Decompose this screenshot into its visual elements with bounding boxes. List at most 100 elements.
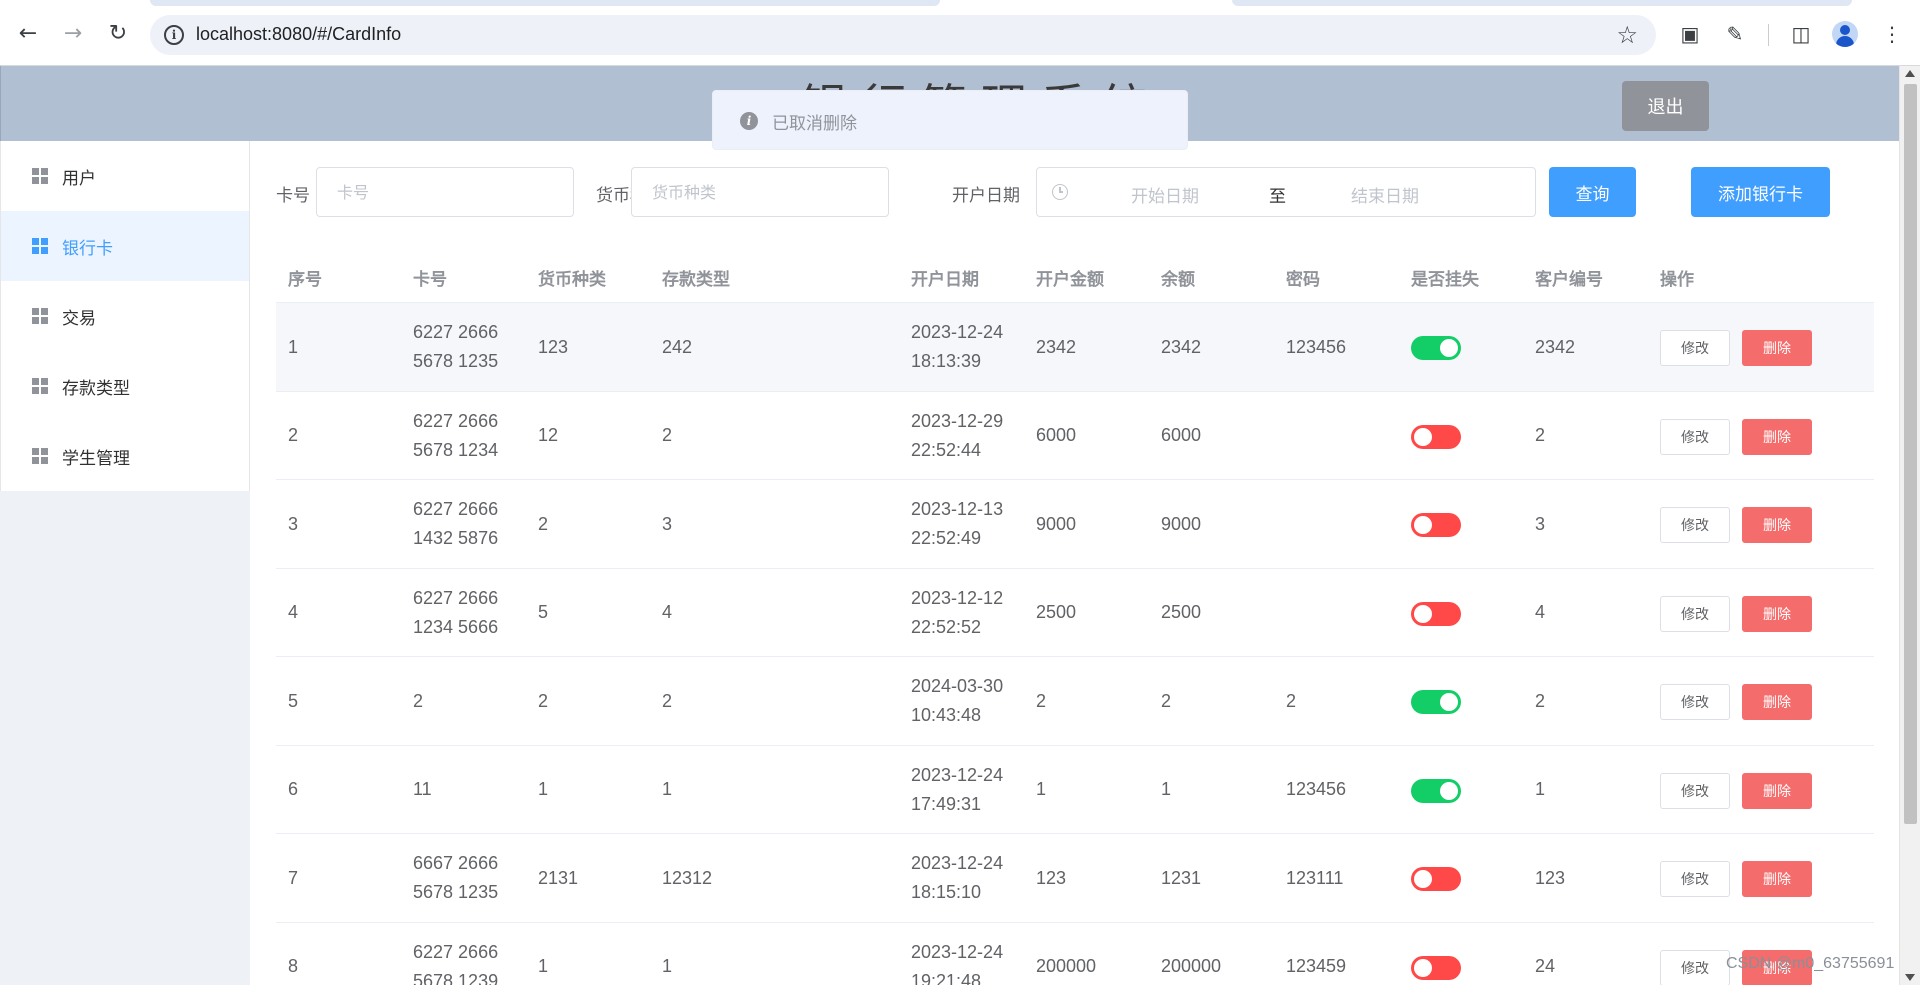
query-button[interactable]: 查询: [1549, 167, 1636, 217]
cell-open-date: 2023-12-12 22:52:52: [911, 587, 1004, 637]
scrollbar-thumb[interactable]: [1904, 84, 1917, 824]
lost-toggle-switch[interactable]: [1411, 336, 1461, 360]
scroll-down-arrow-icon[interactable]: [1905, 974, 1915, 981]
site-info-icon[interactable]: i: [164, 25, 184, 45]
sidebar-item-students[interactable]: 学生管理: [1, 421, 249, 491]
lost-toggle-switch[interactable]: [1411, 955, 1461, 980]
cell-password: 123456: [1286, 336, 1347, 357]
bank-card-table: 序号 卡号 货币种类 存款类型 开户日期 开户金额 余额 密码 是否挂失 客户编…: [276, 247, 1874, 985]
cell-card-number: 6227 2666 5678 1234: [413, 410, 499, 460]
delete-button[interactable]: 删除: [1742, 772, 1812, 809]
cell-deposit-type: 1: [662, 779, 673, 799]
cell-open-date: 2023-12-24 19:21:48: [911, 941, 1004, 985]
sidebar-item-transactions[interactable]: 交易: [1, 281, 249, 351]
cell-card-number: 6227 2666 5678 1239: [413, 941, 499, 985]
switch-knob: [1414, 427, 1432, 446]
lost-toggle-switch[interactable]: [1411, 513, 1461, 537]
grid-icon: [32, 238, 48, 254]
start-date-input[interactable]: 开始日期: [1131, 182, 1199, 207]
currency-input[interactable]: [631, 167, 889, 217]
cell-card-number: 11: [413, 779, 432, 799]
info-toast: i 已取消删除: [712, 90, 1188, 150]
column-header: 货币种类: [538, 270, 606, 290]
lost-toggle-switch[interactable]: [1411, 424, 1461, 449]
edit-button[interactable]: 修改: [1660, 507, 1730, 543]
delete-button[interactable]: 删除: [1742, 595, 1812, 632]
sidebar-item-deposit-types[interactable]: 存款类型: [1, 351, 249, 421]
watermark: CSDN @m0_63755691: [1726, 955, 1895, 972]
sidebar: 用户 银行卡 交易 存款类型 学生管理: [0, 141, 250, 985]
delete-button[interactable]: 删除: [1742, 507, 1812, 543]
edit-button[interactable]: 修改: [1660, 595, 1730, 632]
bookmark-star-icon[interactable]: ☆: [1616, 21, 1638, 49]
cell-balance: 1231: [1161, 867, 1202, 888]
delete-button[interactable]: 删除: [1742, 684, 1812, 720]
sidebar-item-users[interactable]: 用户: [1, 141, 249, 211]
cell-customer-id: 1: [1535, 779, 1546, 799]
more-menu-icon[interactable]: ⋮: [1878, 20, 1906, 48]
cell-customer-id: 2342: [1535, 336, 1576, 357]
edit-button[interactable]: 修改: [1660, 861, 1730, 897]
profile-avatar-icon[interactable]: [1832, 21, 1858, 47]
sidebar-item-bank-card[interactable]: 银行卡: [1, 211, 249, 281]
end-date-input[interactable]: 结束日期: [1351, 182, 1419, 207]
side-panel-icon[interactable]: ◫: [1787, 20, 1815, 48]
edit-button[interactable]: 修改: [1660, 772, 1730, 809]
column-header: 密码: [1286, 270, 1320, 290]
cell-card-number: 6667 2666 5678 1235: [413, 853, 499, 902]
switch-knob: [1414, 958, 1432, 977]
page-scrollbar[interactable]: [1899, 66, 1920, 985]
puzzle-icon[interactable]: ✎: [1721, 20, 1749, 48]
cell-currency: 1: [538, 779, 549, 799]
extension-icon[interactable]: ▣: [1676, 20, 1704, 48]
cell-open-date: 2023-12-24 18:13:39: [911, 322, 1004, 371]
switch-knob: [1414, 870, 1432, 888]
cell-password: 123111: [1286, 867, 1344, 888]
cell-open-amount: 9000: [1036, 513, 1077, 534]
date-range-picker[interactable]: 开始日期 至 结束日期: [1036, 167, 1536, 217]
lost-toggle-switch[interactable]: [1411, 601, 1461, 626]
url-text[interactable]: localhost:8080/#/CardInfo: [196, 24, 401, 45]
cell-index: 5: [288, 690, 299, 711]
column-header: 余额: [1161, 270, 1195, 290]
card-number-input[interactable]: [316, 167, 574, 217]
browser-tab[interactable]: [150, 0, 940, 6]
lost-toggle-switch[interactable]: [1411, 778, 1461, 803]
forward-icon[interactable]: →: [59, 20, 87, 48]
delete-button[interactable]: 删除: [1742, 418, 1812, 455]
table-row: 1 6227 2666 5678 1235 123 242 2023-12-24 18:…: [276, 303, 1874, 392]
reload-icon[interactable]: ↻: [104, 20, 132, 48]
back-icon[interactable]: ←: [14, 20, 42, 48]
cell-open-date: 2023-12-24 18:15:10: [911, 853, 1004, 902]
edit-button[interactable]: 修改: [1660, 330, 1730, 366]
cell-deposit-type: 2: [662, 425, 673, 445]
grid-icon: [32, 378, 48, 394]
cell-open-amount: 2: [1036, 690, 1047, 711]
cell-password: 123459: [1286, 956, 1347, 976]
lost-toggle-switch[interactable]: [1411, 690, 1461, 714]
add-bank-card-button[interactable]: 添加银行卡: [1691, 167, 1830, 217]
switch-knob: [1414, 604, 1432, 623]
address-bar[interactable]: i localhost:8080/#/CardInfo ☆: [150, 15, 1656, 55]
cell-currency: 2: [538, 513, 549, 534]
edit-button[interactable]: 修改: [1660, 418, 1730, 455]
delete-button[interactable]: 删除: [1742, 861, 1812, 897]
cell-open-amount: 200000: [1036, 956, 1097, 976]
delete-button[interactable]: 删除: [1742, 330, 1812, 366]
edit-button[interactable]: 修改: [1660, 684, 1730, 720]
scroll-up-arrow-icon[interactable]: [1905, 70, 1915, 77]
column-header: 序号: [288, 270, 322, 290]
grid-icon: [32, 168, 48, 184]
cell-currency: 12: [538, 425, 559, 445]
cell-open-amount: 6000: [1036, 425, 1077, 445]
lost-toggle-switch[interactable]: [1411, 867, 1461, 891]
grid-icon: [32, 448, 48, 464]
logout-button[interactable]: 退出: [1622, 81, 1709, 131]
sidebar-item-label: 交易: [62, 308, 96, 329]
edit-button[interactable]: 修改: [1660, 949, 1730, 985]
cell-open-date: 2024-03-30 10:43:48: [911, 676, 1004, 725]
toolbar-divider: [1768, 24, 1769, 46]
table-body: 1 6227 2666 5678 1235 123 242 2023-12-24 18:…: [276, 303, 1874, 985]
browser-tab[interactable]: [1232, 0, 1852, 6]
cell-index: 8: [288, 956, 299, 976]
